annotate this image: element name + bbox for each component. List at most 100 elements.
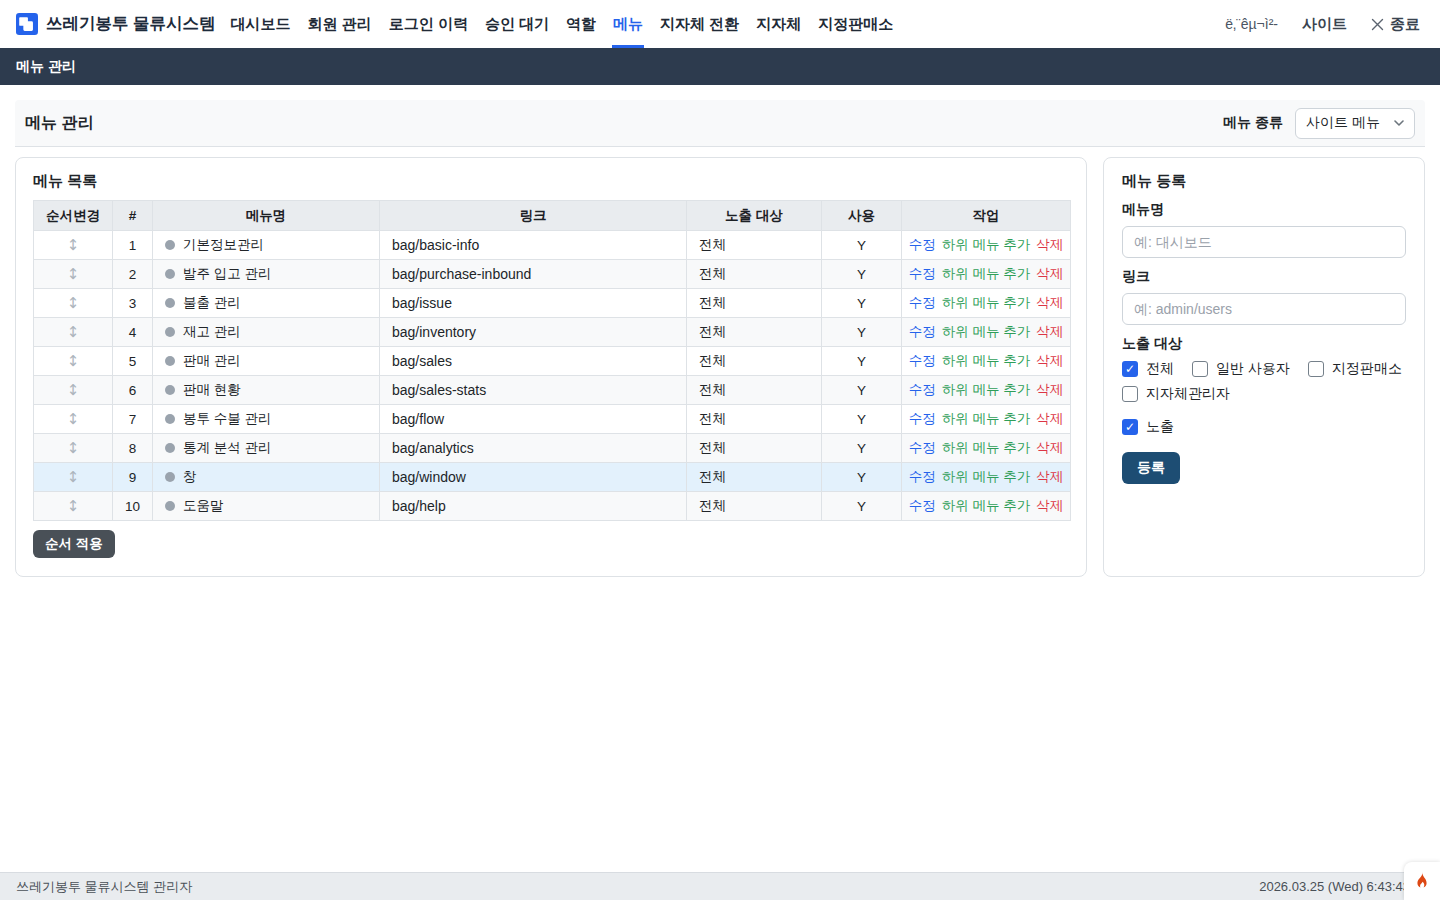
page-header: 메뉴 관리 메뉴 종류 사이트 메뉴 bbox=[15, 100, 1425, 147]
delete-link[interactable]: 삭제 bbox=[1036, 237, 1063, 252]
menu-type-label: 메뉴 종류 bbox=[1223, 114, 1283, 132]
drag-handle-icon[interactable]: ↕ bbox=[34, 260, 113, 289]
debug-toolbar[interactable] bbox=[1404, 862, 1440, 900]
edit-link[interactable]: 수정 bbox=[909, 295, 936, 310]
menu-dot-icon bbox=[165, 240, 175, 250]
page-title: 메뉴 관리 bbox=[25, 113, 93, 134]
menu-dot-icon bbox=[165, 327, 175, 337]
add-submenu-link[interactable]: 하위 메뉴 추가 bbox=[942, 266, 1031, 281]
menu-type-select[interactable]: 사이트 메뉴 bbox=[1295, 108, 1415, 139]
nav-item-7[interactable]: 지자체 bbox=[756, 0, 801, 48]
menu-target: 전체 bbox=[687, 347, 822, 376]
nav-item-5[interactable]: 메뉴 bbox=[613, 0, 643, 48]
menu-type-value: 사이트 메뉴 bbox=[1306, 114, 1380, 132]
drag-handle-icon[interactable]: ↕ bbox=[34, 434, 113, 463]
nav-item-1[interactable]: 회원 관리 bbox=[308, 0, 372, 48]
edit-link[interactable]: 수정 bbox=[909, 411, 936, 426]
row-number: 7 bbox=[113, 405, 153, 434]
app-logo-icon bbox=[16, 13, 38, 35]
edit-link[interactable]: 수정 bbox=[909, 440, 936, 455]
site-link[interactable]: 사이트 bbox=[1302, 15, 1347, 34]
add-submenu-link[interactable]: 하위 메뉴 추가 bbox=[942, 382, 1031, 397]
edit-link[interactable]: 수정 bbox=[909, 469, 936, 484]
menu-name: 도움말 bbox=[183, 498, 224, 513]
add-submenu-link[interactable]: 하위 메뉴 추가 bbox=[942, 469, 1031, 484]
drag-handle-icon[interactable]: ↕ bbox=[34, 405, 113, 434]
menu-target: 전체 bbox=[687, 463, 822, 492]
menu-link: bag/analytics bbox=[380, 434, 687, 463]
delete-link[interactable]: 삭제 bbox=[1036, 324, 1063, 339]
target-checkbox-0[interactable]: ✓ 전체 bbox=[1122, 360, 1174, 378]
add-submenu-link[interactable]: 하위 메뉴 추가 bbox=[942, 324, 1031, 339]
delete-link[interactable]: 삭제 bbox=[1036, 440, 1063, 455]
nav-item-3[interactable]: 승인 대기 bbox=[485, 0, 549, 48]
link-input[interactable] bbox=[1122, 293, 1406, 325]
table-row: ↕4재고 관리bag/inventory전체Y수정하위 메뉴 추가삭제 bbox=[34, 318, 1071, 347]
menu-target: 전체 bbox=[687, 318, 822, 347]
delete-link[interactable]: 삭제 bbox=[1036, 498, 1063, 513]
delete-link[interactable]: 삭제 bbox=[1036, 353, 1063, 368]
delete-link[interactable]: 삭제 bbox=[1036, 266, 1063, 281]
target-checkbox-2[interactable]: 지정판매소 bbox=[1308, 360, 1402, 378]
footer-datetime: 2026.03.25 (Wed) 6:43:43 bbox=[1259, 879, 1410, 894]
menu-table-head: 순서변경 # 메뉴명 링크 노출 대상 사용 작업 bbox=[34, 201, 1071, 231]
menu-use: Y bbox=[822, 260, 902, 289]
menu-link: bag/flow bbox=[380, 405, 687, 434]
menu-name: 창 bbox=[183, 469, 197, 484]
edit-link[interactable]: 수정 bbox=[909, 237, 936, 252]
add-submenu-link[interactable]: 하위 메뉴 추가 bbox=[942, 353, 1031, 368]
drag-handle-icon[interactable]: ↕ bbox=[34, 318, 113, 347]
edit-link[interactable]: 수정 bbox=[909, 353, 936, 368]
nav-item-0[interactable]: 대시보드 bbox=[231, 0, 291, 48]
edit-link[interactable]: 수정 bbox=[909, 324, 936, 339]
target-checkbox-3[interactable]: 지자체관리자 bbox=[1122, 385, 1230, 403]
apply-order-button[interactable]: 순서 적용 bbox=[33, 530, 115, 558]
drag-handle-icon[interactable]: ↕ bbox=[34, 231, 113, 260]
menu-use: Y bbox=[822, 405, 902, 434]
menu-name-input[interactable] bbox=[1122, 226, 1406, 258]
nav-item-4[interactable]: 역할 bbox=[566, 0, 596, 48]
col-actions: 작업 bbox=[902, 201, 1071, 231]
menu-dot-icon bbox=[165, 298, 175, 308]
menu-target: 전체 bbox=[687, 434, 822, 463]
delete-link[interactable]: 삭제 bbox=[1036, 295, 1063, 310]
drag-handle-icon[interactable]: ↕ bbox=[34, 347, 113, 376]
menu-table: 순서변경 # 메뉴명 링크 노출 대상 사용 작업 ↕1기본정보관리bag/ba… bbox=[33, 200, 1071, 521]
menu-link: bag/help bbox=[380, 492, 687, 521]
register-title: 메뉴 등록 bbox=[1122, 171, 1406, 191]
drag-handle-icon[interactable]: ↕ bbox=[34, 376, 113, 405]
table-row: ↕6판매 현황bag/sales-stats전체Y수정하위 메뉴 추가삭제 bbox=[34, 376, 1071, 405]
edit-link[interactable]: 수정 bbox=[909, 382, 936, 397]
nav-item-2[interactable]: 로그인 이력 bbox=[389, 0, 468, 48]
add-submenu-link[interactable]: 하위 메뉴 추가 bbox=[942, 295, 1031, 310]
delete-link[interactable]: 삭제 bbox=[1036, 411, 1063, 426]
drag-handle-icon[interactable]: ↕ bbox=[34, 463, 113, 492]
target-checkbox-1[interactable]: 일반 사용자 bbox=[1192, 360, 1290, 378]
add-submenu-link[interactable]: 하위 메뉴 추가 bbox=[942, 440, 1031, 455]
menu-use: Y bbox=[822, 289, 902, 318]
expose-checkbox[interactable]: ✓ 노출 bbox=[1122, 418, 1406, 436]
delete-link[interactable]: 삭제 bbox=[1036, 382, 1063, 397]
menu-link: bag/sales-stats bbox=[380, 376, 687, 405]
menu-use: Y bbox=[822, 376, 902, 405]
drag-handle-icon[interactable]: ↕ bbox=[34, 492, 113, 521]
menu-use: Y bbox=[822, 318, 902, 347]
register-button[interactable]: 등록 bbox=[1122, 452, 1180, 484]
checkbox-checked-icon: ✓ bbox=[1122, 361, 1138, 377]
menu-use: Y bbox=[822, 347, 902, 376]
edit-link[interactable]: 수정 bbox=[909, 266, 936, 281]
drag-handle-icon[interactable]: ↕ bbox=[34, 289, 113, 318]
user-name: ë‚¨êµ¬ì²- bbox=[1225, 16, 1278, 32]
checkbox-label: 전체 bbox=[1146, 360, 1174, 378]
nav-item-8[interactable]: 지정판매소 bbox=[818, 0, 893, 48]
logout-button[interactable]: 종료 bbox=[1371, 15, 1420, 34]
nav-item-6[interactable]: 지자체 전환 bbox=[660, 0, 739, 48]
add-submenu-link[interactable]: 하위 메뉴 추가 bbox=[942, 237, 1031, 252]
add-submenu-link[interactable]: 하위 메뉴 추가 bbox=[942, 411, 1031, 426]
link-label: 링크 bbox=[1122, 268, 1406, 286]
edit-link[interactable]: 수정 bbox=[909, 498, 936, 513]
menu-name: 발주 입고 관리 bbox=[183, 266, 272, 281]
delete-link[interactable]: 삭제 bbox=[1036, 469, 1063, 484]
add-submenu-link[interactable]: 하위 메뉴 추가 bbox=[942, 498, 1031, 513]
table-row: ↕3불출 관리bag/issue전체Y수정하위 메뉴 추가삭제 bbox=[34, 289, 1071, 318]
